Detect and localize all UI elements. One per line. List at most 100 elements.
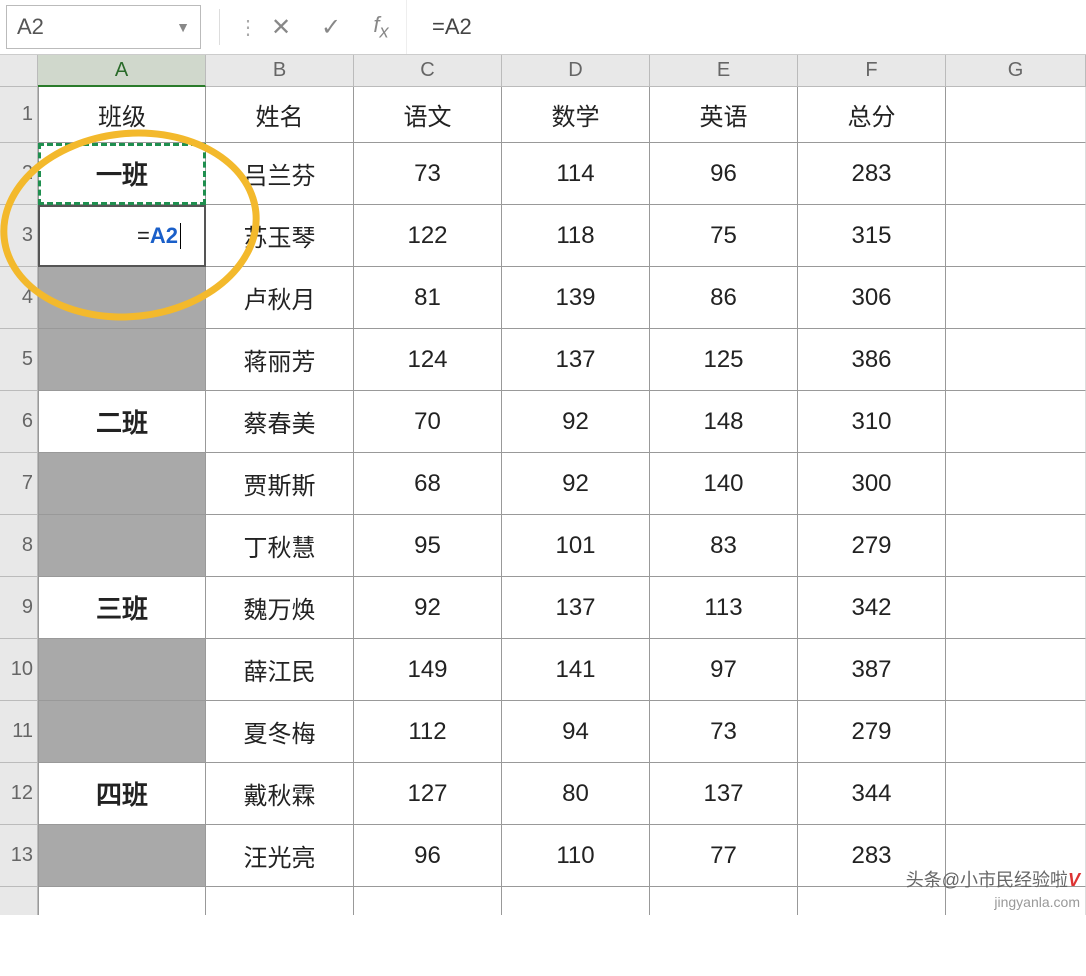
row-header-6[interactable]: 6 (0, 391, 38, 453)
chinese-cell[interactable]: 122 (354, 205, 502, 267)
row-header-11[interactable]: 11 (0, 701, 38, 763)
math-cell[interactable]: 80 (502, 763, 650, 825)
total-cell[interactable]: 279 (798, 701, 946, 763)
row-header-1[interactable]: 1 (0, 87, 38, 143)
math-cell[interactable]: 141 (502, 639, 650, 701)
cell-empty[interactable] (650, 887, 798, 915)
math-cell[interactable]: 114 (502, 143, 650, 205)
cell-empty[interactable] (946, 87, 1086, 143)
name-cell[interactable]: 吕兰芬 (206, 143, 354, 205)
cell-empty[interactable] (946, 143, 1086, 205)
row-header-8[interactable]: 8 (0, 515, 38, 577)
math-cell[interactable]: 118 (502, 205, 650, 267)
english-cell[interactable]: 83 (650, 515, 798, 577)
cell-empty[interactable] (502, 887, 650, 915)
total-cell[interactable]: 387 (798, 639, 946, 701)
row-header-9[interactable]: 9 (0, 577, 38, 639)
english-cell[interactable]: 148 (650, 391, 798, 453)
cell-empty[interactable] (946, 639, 1086, 701)
cell-empty[interactable] (946, 329, 1086, 391)
name-box[interactable]: A2 ▼ (6, 5, 201, 49)
english-cell[interactable]: 125 (650, 329, 798, 391)
math-cell[interactable]: 139 (502, 267, 650, 329)
english-cell[interactable]: 113 (650, 577, 798, 639)
name-cell[interactable]: 贾斯斯 (206, 453, 354, 515)
total-cell[interactable]: 279 (798, 515, 946, 577)
row-header-2[interactable]: 2 (0, 143, 38, 205)
chinese-cell[interactable]: 81 (354, 267, 502, 329)
cell-empty[interactable] (946, 763, 1086, 825)
cell-empty[interactable] (946, 453, 1086, 515)
column-header-A[interactable]: A (38, 55, 206, 87)
cell-empty[interactable] (946, 577, 1086, 639)
english-cell[interactable]: 137 (650, 763, 798, 825)
english-cell[interactable]: 75 (650, 205, 798, 267)
chinese-cell[interactable]: 70 (354, 391, 502, 453)
name-cell[interactable]: 蔡春美 (206, 391, 354, 453)
column-header-B[interactable]: B (206, 55, 354, 87)
name-cell[interactable]: 苏玉琴 (206, 205, 354, 267)
english-cell[interactable]: 140 (650, 453, 798, 515)
cell-a3-editing[interactable]: =A2 (38, 205, 206, 267)
chinese-cell[interactable]: 112 (354, 701, 502, 763)
total-cell[interactable]: 310 (798, 391, 946, 453)
column-header-E[interactable]: E (650, 55, 798, 87)
cell-empty[interactable] (206, 887, 354, 915)
cell-blank-selected[interactable] (38, 329, 206, 391)
total-cell[interactable]: 300 (798, 453, 946, 515)
row-header-4[interactable]: 4 (0, 267, 38, 329)
class-cell[interactable]: 三班 (38, 577, 206, 639)
row-header-5[interactable]: 5 (0, 329, 38, 391)
row-header-12[interactable]: 12 (0, 763, 38, 825)
total-cell[interactable]: 386 (798, 329, 946, 391)
english-cell[interactable]: 86 (650, 267, 798, 329)
math-cell[interactable]: 94 (502, 701, 650, 763)
english-cell[interactable]: 97 (650, 639, 798, 701)
class-cell[interactable]: 四班 (38, 763, 206, 825)
chinese-cell[interactable]: 127 (354, 763, 502, 825)
cell-empty[interactable] (946, 267, 1086, 329)
row-header-7[interactable]: 7 (0, 453, 38, 515)
math-cell[interactable]: 110 (502, 825, 650, 887)
name-cell[interactable]: 卢秋月 (206, 267, 354, 329)
english-cell[interactable]: 96 (650, 143, 798, 205)
cell-a2[interactable]: 一班 (38, 143, 206, 205)
cell-blank-selected[interactable] (38, 453, 206, 515)
column-header-D[interactable]: D (502, 55, 650, 87)
total-cell[interactable]: 342 (798, 577, 946, 639)
row-header-13[interactable]: 13 (0, 825, 38, 887)
cell-empty[interactable] (38, 887, 206, 915)
name-cell[interactable]: 汪光亮 (206, 825, 354, 887)
total-cell[interactable]: 344 (798, 763, 946, 825)
select-all-corner[interactable] (0, 55, 38, 87)
formula-input[interactable]: =A2 (406, 0, 1086, 54)
row-header-3[interactable]: 3 (0, 205, 38, 267)
chinese-cell[interactable]: 149 (354, 639, 502, 701)
cell-empty[interactable] (946, 515, 1086, 577)
total-cell[interactable]: 306 (798, 267, 946, 329)
math-cell[interactable]: 137 (502, 577, 650, 639)
chinese-cell[interactable]: 124 (354, 329, 502, 391)
spreadsheet-grid[interactable]: ABCDEFG1班级姓名语文数学英语总分2一班吕兰芬73114962833=A2… (0, 55, 1086, 915)
fx-button[interactable]: fx (356, 12, 406, 42)
math-cell[interactable]: 101 (502, 515, 650, 577)
row-header-14[interactable] (0, 887, 38, 915)
math-cell[interactable]: 92 (502, 453, 650, 515)
total-cell[interactable]: 315 (798, 205, 946, 267)
class-cell[interactable]: 二班 (38, 391, 206, 453)
name-cell[interactable]: 丁秋慧 (206, 515, 354, 577)
cell-blank-selected[interactable] (38, 267, 206, 329)
cell-blank-selected[interactable] (38, 515, 206, 577)
cell-empty[interactable] (946, 205, 1086, 267)
name-cell[interactable]: 魏万焕 (206, 577, 354, 639)
cell-blank-selected[interactable] (38, 825, 206, 887)
name-cell[interactable]: 夏冬梅 (206, 701, 354, 763)
math-cell[interactable]: 137 (502, 329, 650, 391)
row-header-10[interactable]: 10 (0, 639, 38, 701)
cell-empty[interactable] (354, 887, 502, 915)
cell-empty[interactable] (946, 701, 1086, 763)
english-cell[interactable]: 73 (650, 701, 798, 763)
cell-blank-selected[interactable] (38, 701, 206, 763)
total-cell[interactable]: 283 (798, 143, 946, 205)
name-cell[interactable]: 蒋丽芳 (206, 329, 354, 391)
